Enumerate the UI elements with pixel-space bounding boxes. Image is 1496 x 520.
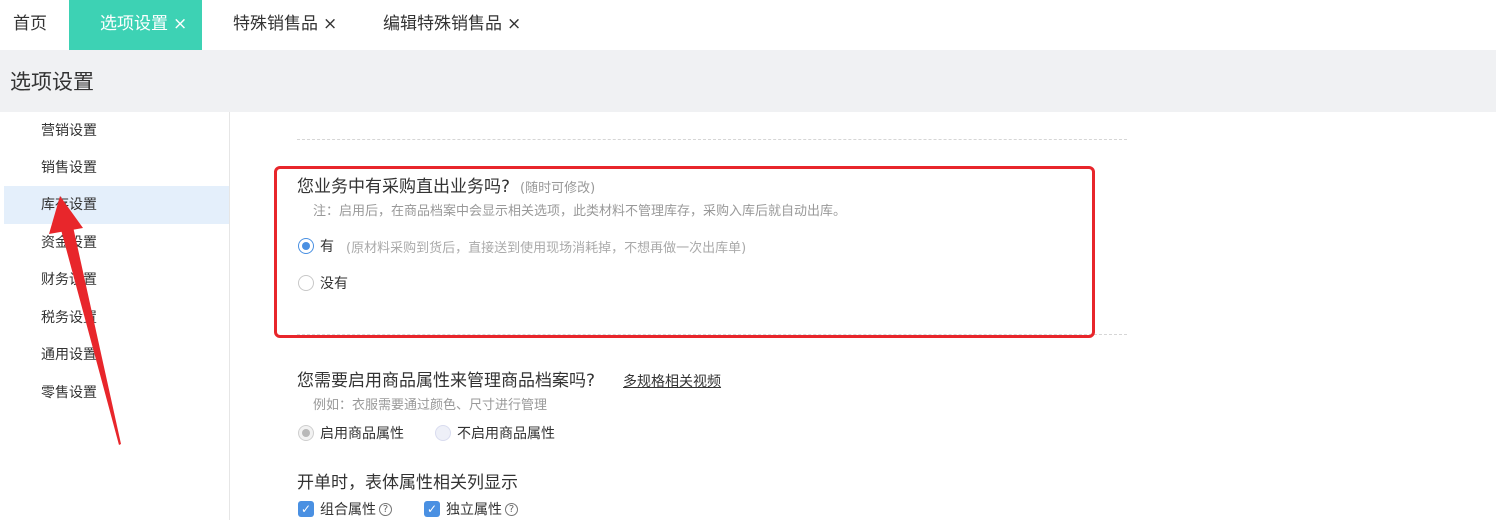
arrow-shaft bbox=[60, 222, 121, 445]
arrow-head bbox=[49, 196, 83, 234]
red-arrow-annotation bbox=[49, 196, 121, 445]
